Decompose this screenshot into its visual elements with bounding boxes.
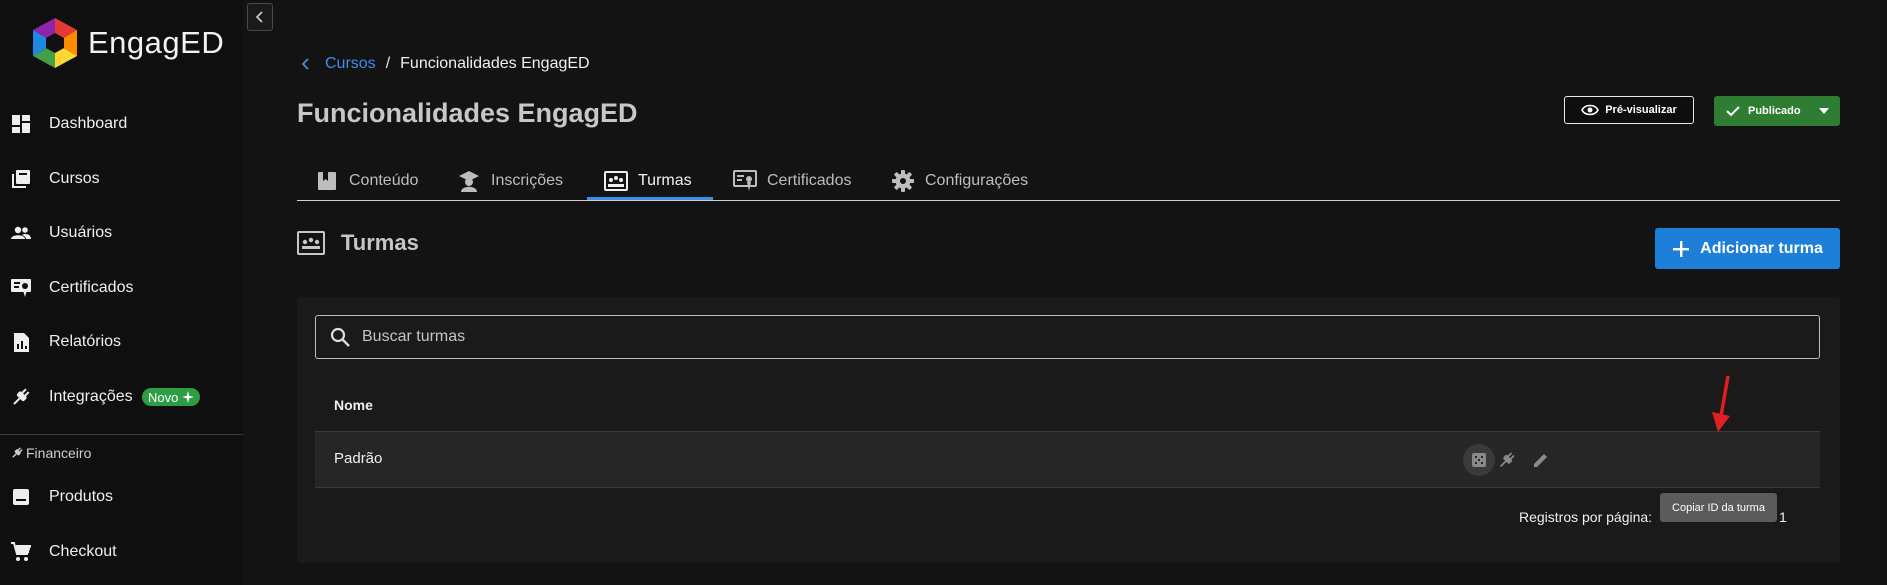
edit-button[interactable] xyxy=(1525,444,1557,476)
publish-status-button[interactable]: Publicado xyxy=(1714,96,1840,126)
sidebar-item-checkout[interactable]: Checkout xyxy=(0,530,243,574)
section-title: Turmas xyxy=(341,230,419,255)
integration-button[interactable] xyxy=(1491,444,1523,476)
eye-icon xyxy=(1581,104,1600,116)
rows-per-page-value[interactable]: 1 xyxy=(1779,509,1787,525)
sidebar-item-relatorios[interactable]: Relatórios xyxy=(0,320,243,364)
finance-icon xyxy=(12,447,23,458)
publish-status-label: Publicado xyxy=(1748,105,1801,117)
active-tab-indicator xyxy=(587,197,713,200)
tab-configuracoes[interactable]: Configurações xyxy=(891,162,1028,200)
preview-button[interactable]: Pré-visualizar xyxy=(1564,96,1694,124)
tab-label: Turmas xyxy=(638,172,692,189)
plus-icon xyxy=(1673,240,1690,257)
sidebar-item-certificados[interactable]: Certificados xyxy=(0,266,243,310)
sidebar-item-dashboard[interactable]: Dashboard xyxy=(0,102,243,146)
school-icon xyxy=(457,169,481,193)
plug-icon xyxy=(1499,452,1515,468)
section-header: Turmas xyxy=(297,230,419,256)
sidebar-item-label: Integrações xyxy=(49,388,133,405)
logo-text: EngagED xyxy=(88,25,225,60)
dashboard-icon xyxy=(11,114,31,134)
sidebar-item-label: Relatórios xyxy=(49,333,122,350)
copy-id-icon xyxy=(1472,453,1486,467)
turmas-card: Nome Padrão Registros por página: 1 Copi… xyxy=(297,297,1840,563)
tab-label: Conteúdo xyxy=(349,172,419,189)
library-books-icon xyxy=(11,169,31,189)
certificate-icon xyxy=(11,278,31,298)
column-header-nome[interactable]: Nome xyxy=(334,397,373,413)
logo[interactable]: EngagED xyxy=(30,16,224,70)
sidebar-item-label: Cursos xyxy=(49,170,100,187)
bookmark-icon xyxy=(315,169,339,193)
red-arrow-annotation xyxy=(1712,375,1730,432)
chevron-left-icon[interactable] xyxy=(301,58,311,70)
add-turma-button[interactable]: Adicionar turma xyxy=(1655,228,1840,269)
caret-down-icon[interactable] xyxy=(1818,108,1829,114)
product-icon xyxy=(11,487,31,507)
gear-icon xyxy=(891,169,915,193)
tab-label: Inscrições xyxy=(491,172,564,189)
search-box[interactable] xyxy=(315,315,1820,359)
certificate-icon xyxy=(733,169,757,193)
add-turma-label: Adicionar turma xyxy=(1700,239,1823,257)
breadcrumb-link-cursos[interactable]: Cursos xyxy=(325,55,376,73)
sidebar-item-label: Produtos xyxy=(49,488,114,505)
table-row[interactable]: Padrão xyxy=(315,432,1820,487)
course-tabs: Conteúdo Inscrições Turmas Certificados … xyxy=(297,162,1840,201)
tab-label: Certificados xyxy=(767,172,852,189)
sidebar-section-label: Financeiro xyxy=(26,445,92,461)
chevron-left-icon xyxy=(255,11,263,23)
search-icon xyxy=(330,327,350,347)
class-icon xyxy=(297,231,325,255)
sidebar-item-label: Dashboard xyxy=(49,115,128,132)
sidebar-divider xyxy=(0,434,243,435)
sparkle-icon xyxy=(182,391,195,403)
pencil-icon xyxy=(1534,454,1547,467)
sidebar-item-cursos[interactable]: Cursos xyxy=(0,157,243,201)
sidebar-item-label: Checkout xyxy=(49,543,117,560)
breadcrumb: Cursos / Funcionalidades EngagED xyxy=(301,55,590,73)
check-icon xyxy=(1726,106,1740,117)
search-input[interactable] xyxy=(360,327,1819,347)
sidebar-item-produtos[interactable]: Produtos xyxy=(0,475,243,519)
tab-inscricoes[interactable]: Inscrições xyxy=(457,162,563,200)
class-icon xyxy=(604,169,628,193)
sidebar-item-usuarios[interactable]: Usuários xyxy=(0,211,243,255)
new-badge-label: Novo xyxy=(148,389,179,405)
breadcrumb-current: Funcionalidades EngagED xyxy=(400,55,590,72)
plug-icon xyxy=(11,387,31,407)
tab-conteudo[interactable]: Conteúdo xyxy=(315,162,418,200)
people-icon xyxy=(11,223,31,243)
tab-turmas[interactable]: Turmas xyxy=(604,162,692,200)
sidebar-item-label: Usuários xyxy=(49,224,113,241)
sidebar-item-label: Certificados xyxy=(49,279,134,296)
sidebar: EngagED Dashboard Cursos Usuários Certif… xyxy=(0,0,243,585)
sidebar-item-integracoes[interactable]: Integrações Novo xyxy=(0,375,243,419)
sidebar-section-financeiro: Financeiro xyxy=(11,445,91,461)
breadcrumb-separator: / xyxy=(385,55,391,72)
cart-icon xyxy=(11,542,31,562)
engaged-logo-icon xyxy=(33,18,77,68)
report-icon xyxy=(11,332,31,352)
tab-label: Configurações xyxy=(925,172,1029,189)
turma-name-cell: Padrão xyxy=(334,450,383,467)
table-row-divider xyxy=(315,487,1820,488)
rows-per-page-label: Registros por página: xyxy=(1519,509,1653,525)
tab-certificados[interactable]: Certificados xyxy=(733,162,851,200)
collapse-sidebar-button[interactable] xyxy=(247,3,273,31)
copy-id-tooltip: Copiar ID da turma xyxy=(1660,493,1777,522)
page-title: Funcionalidades EngagED xyxy=(297,98,638,128)
preview-button-label: Pré-visualizar xyxy=(1605,104,1677,116)
new-badge: Novo xyxy=(142,388,201,406)
